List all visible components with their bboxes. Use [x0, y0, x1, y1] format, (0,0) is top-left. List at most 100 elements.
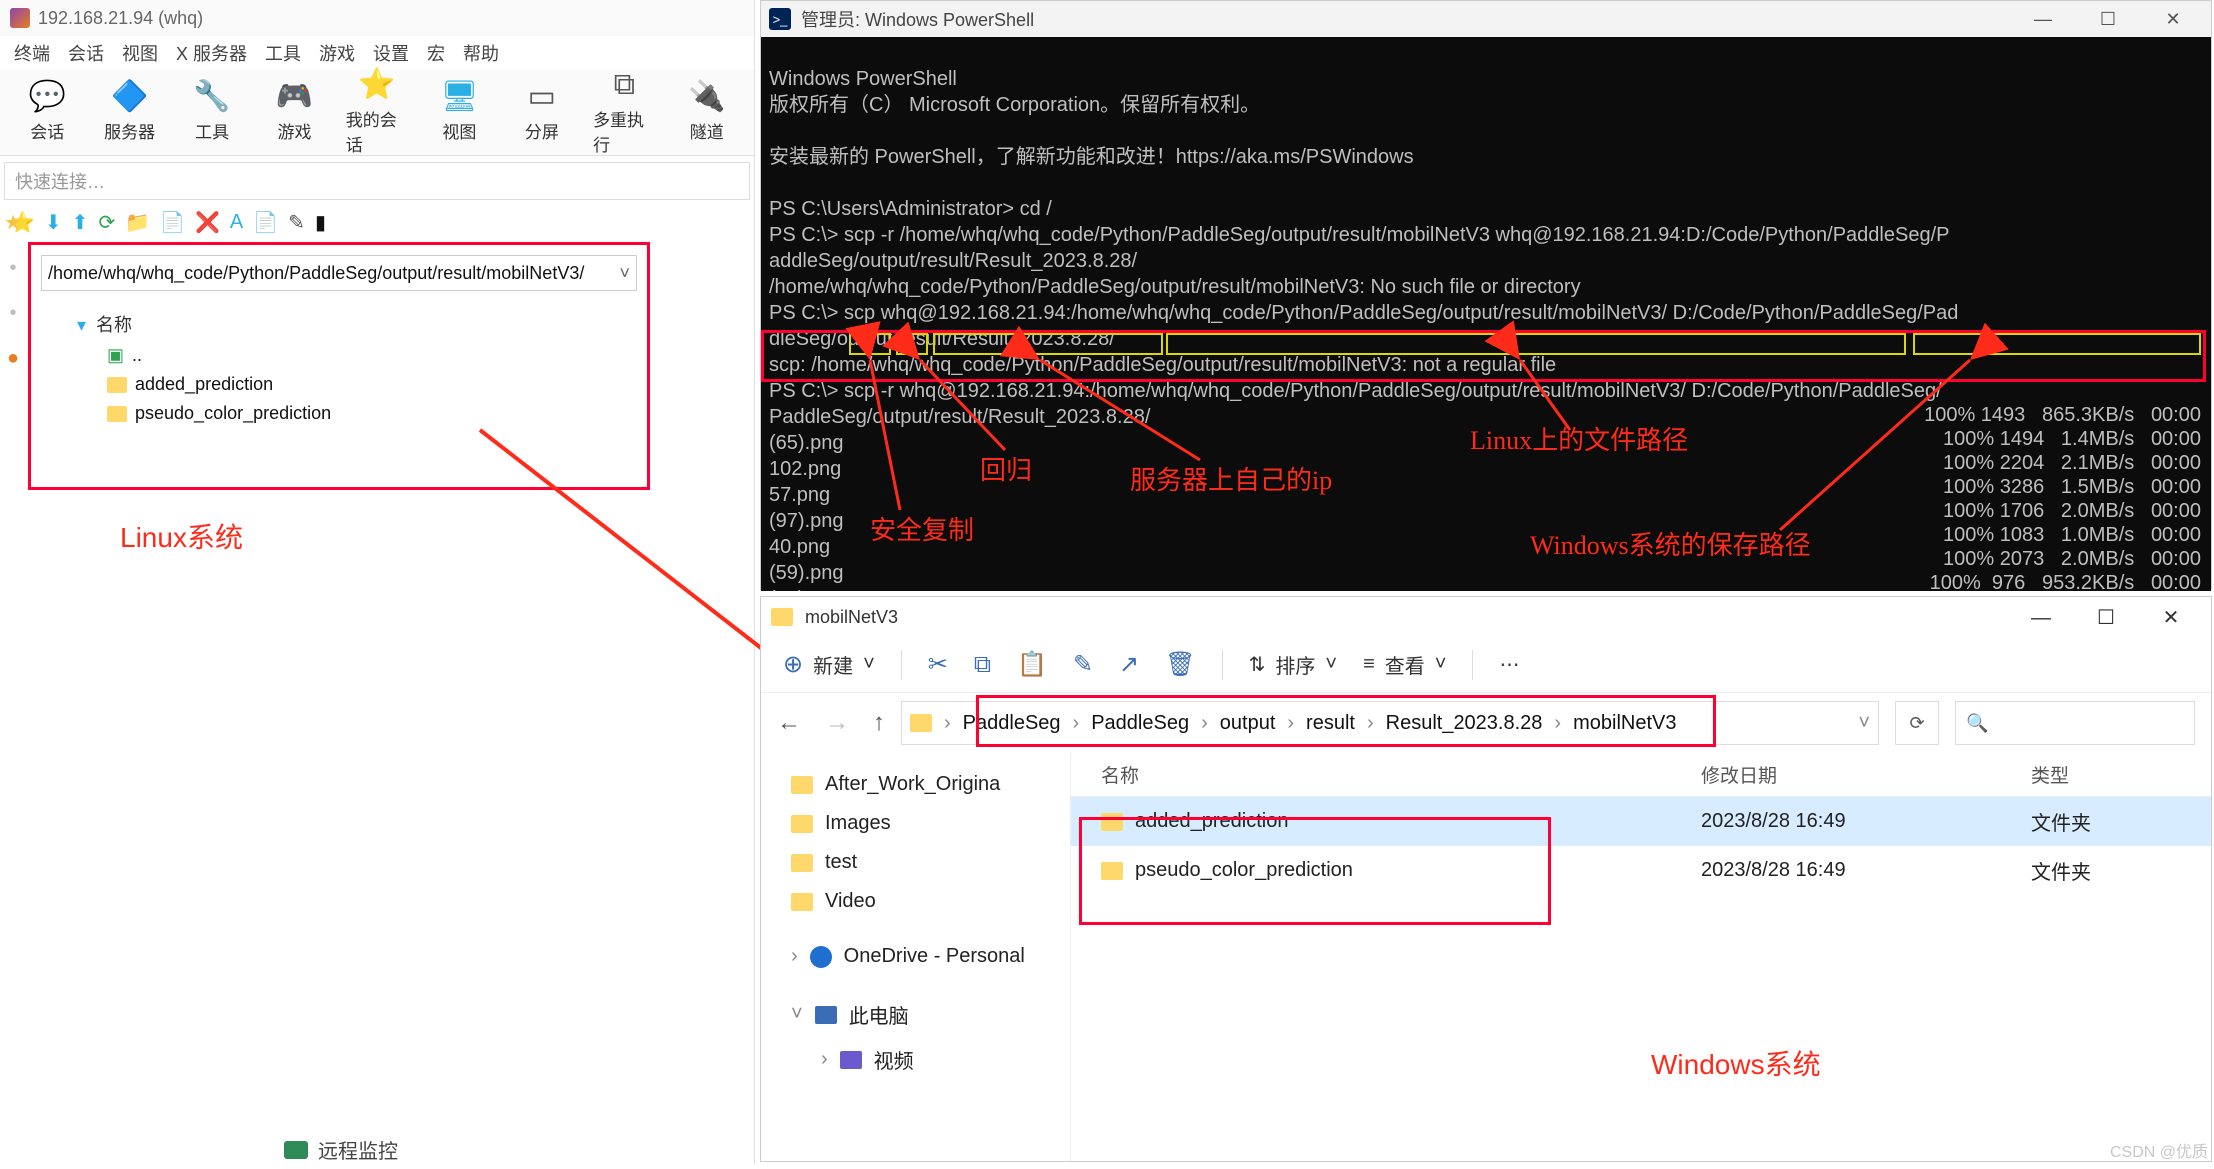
rail-dot-icon[interactable]: • [9, 302, 16, 325]
tool-server[interactable]: 🔷服务器 [98, 76, 160, 149]
chevron-down-icon[interactable]: ˅ [619, 263, 630, 284]
menu-help[interactable]: 帮助 [455, 36, 507, 70]
rename-icon[interactable]: ✎ [1073, 650, 1093, 679]
term-line: PS C:\Users\Administrator> cd / [769, 198, 1052, 220]
explorer-titlebar[interactable]: mobilNetV3 — ☐ ✕ [761, 597, 2211, 637]
path-input[interactable]: /home/whq/whq_code/Python/PaddleSeg/outp… [41, 255, 637, 291]
download-icon[interactable]: ⬇ [45, 210, 62, 235]
tree-item-folder[interactable]: added_prediction [45, 370, 633, 399]
menu-macro[interactable]: 宏 [419, 36, 453, 70]
rail-orange-icon[interactable]: ● [7, 347, 19, 370]
annot-r: 回归 [980, 450, 1032, 487]
annotation-windows: Windows系统 [1651, 1043, 1821, 1083]
separator [1472, 650, 1473, 680]
delete-icon[interactable]: 🗑 [1165, 650, 1195, 679]
folder-icon[interactable]: 📁 [125, 210, 150, 235]
menu-tools[interactable]: 工具 [257, 36, 309, 70]
search-input[interactable]: 🔍 [1955, 701, 2195, 745]
highlight-win-path [1913, 333, 2201, 355]
menu-session[interactable]: 会话 [60, 36, 112, 70]
file-icon[interactable]: 📄 [160, 210, 185, 235]
side-videos[interactable]: ›视频 [769, 1037, 1062, 1082]
ps-terminal[interactable]: Windows PowerShell 版权所有（C） Microsoft Cor… [761, 37, 2211, 591]
watermark: CSDN @优质 [2110, 1138, 2208, 1162]
chevron-right-icon: › [821, 1048, 828, 1071]
quick-connect-input[interactable]: 快速连接… [4, 162, 750, 200]
cloud-icon [810, 946, 832, 968]
ps-titlebar[interactable]: >_ 管理员: Windows PowerShell — ☐ ✕ [761, 1, 2211, 37]
maximize-button[interactable]: ☐ [2078, 9, 2138, 30]
xshell-app-icon [10, 8, 30, 28]
minimize-button[interactable]: — [2011, 607, 2071, 630]
tree-item-folder[interactable]: pseudo_color_prediction [45, 399, 633, 428]
close-button[interactable]: ✕ [2141, 605, 2201, 630]
term-line: addleSeg/output/result/Result_2023.8.28/ [769, 250, 1137, 272]
close-button[interactable]: ✕ [2143, 9, 2203, 30]
edit-icon[interactable]: ✎ [288, 210, 305, 235]
upload-icon[interactable]: ⬆ [72, 210, 89, 235]
rail-dot-icon[interactable]: • [9, 257, 16, 280]
copy-icon[interactable]: ⧉ [974, 651, 991, 679]
side-item[interactable]: Images [769, 804, 1062, 843]
tool-split[interactable]: ▭分屏 [511, 76, 573, 149]
menu-view[interactable]: 视图 [114, 36, 166, 70]
sort-button[interactable]: ⇅排序 ˅ [1249, 650, 1337, 679]
menu-terminal[interactable]: 终端 [6, 36, 58, 70]
xshell-toolbar: 💬会话 🔷服务器 🔧工具 🎮游戏 ⭐我的会话 🖥视图 ▭分屏 ⧉多重执行 🔌隧道 [0, 70, 754, 156]
forward-button[interactable]: → [825, 709, 849, 737]
highlight-ip [933, 333, 1163, 355]
cut-icon[interactable]: ✂ [928, 650, 948, 679]
minimize-button[interactable]: — [2013, 9, 2073, 30]
tool-tunnel[interactable]: 🔌隧道 [676, 76, 738, 149]
explorer-main: 名称 修改日期 类型 added_prediction 2023/8/28 16… [1071, 753, 2211, 1161]
tree-item-parent[interactable]: ▣.. [45, 341, 633, 370]
chevron-down-icon: ˅ [791, 1003, 803, 1026]
chevron-down-icon[interactable]: ˅ [1858, 712, 1870, 735]
side-item[interactable]: Video [769, 882, 1062, 921]
doc-icon[interactable]: 📄 [253, 210, 278, 235]
chevron-down-icon: ˅ [1435, 653, 1447, 676]
view-button[interactable]: ≡查看 ˅ [1363, 650, 1446, 679]
letter-a-icon[interactable]: A [230, 211, 243, 234]
session-icon: 💬 [29, 82, 66, 112]
tool-tools[interactable]: 🔧工具 [181, 76, 243, 149]
menu-xserver[interactable]: X 服务器 [168, 36, 255, 70]
new-button[interactable]: ⊕新建 ˅ [783, 650, 875, 679]
tool-multiexec[interactable]: ⧉多重执行 [593, 76, 655, 149]
maximize-button[interactable]: ☐ [2076, 605, 2136, 630]
back-button[interactable]: ← [777, 709, 801, 737]
powershell-window: >_ 管理员: Windows PowerShell — ☐ ✕ Windows… [760, 0, 2212, 590]
xshell-menubar: 终端 会话 视图 X 服务器 工具 游戏 设置 宏 帮助 [0, 36, 754, 70]
filetree-highlight-box: /home/whq/whq_code/Python/PaddleSeg/outp… [28, 242, 650, 490]
xshell-iconbar: ⭐ ⬇ ⬆ ⟳ 📁 📄 ❌ A 📄 ✎ ▮ [0, 204, 754, 240]
col-date[interactable]: 修改日期 [1701, 761, 2031, 788]
term-line: PS C:\> scp -r /home/whq/whq_code/Python… [769, 224, 1949, 246]
xshell-titlebar[interactable]: 192.168.21.94 (whq) [0, 0, 754, 36]
side-item[interactable]: After_Work_Origina [769, 765, 1062, 804]
tool-view[interactable]: 🖥视图 [428, 76, 490, 149]
paste-icon[interactable]: 📋 [1017, 650, 1047, 679]
search-icon: 🔍 [1966, 713, 1988, 734]
separator [1222, 650, 1223, 680]
menu-games[interactable]: 游戏 [311, 36, 363, 70]
tool-mysession[interactable]: ⭐我的会话 [346, 76, 408, 149]
tool-games[interactable]: 🎮游戏 [263, 76, 325, 149]
side-onedrive[interactable]: ›OneDrive - Personal [769, 937, 1062, 976]
refresh-icon[interactable]: ⟳ [98, 210, 115, 235]
rail-star-icon[interactable]: ★ [4, 210, 22, 235]
more-icon[interactable]: ⋯ [1499, 652, 1519, 677]
side-rail: ★ • • ● [0, 210, 26, 370]
tool-session[interactable]: 💬会话 [16, 76, 78, 149]
side-thispc[interactable]: ˅此电脑 [769, 992, 1062, 1037]
highlight-scp [849, 333, 891, 355]
side-item[interactable]: test [769, 843, 1062, 882]
col-type[interactable]: 类型 [2031, 761, 2181, 788]
col-name[interactable]: 名称 [1101, 761, 1701, 788]
transfer-cols: 100% 1493 865.3KB/s 00:00 100% 1494 1.4M… [1924, 379, 2201, 591]
up-button[interactable]: ↑ [873, 709, 885, 737]
terminal-icon[interactable]: ▮ [315, 210, 326, 235]
menu-settings[interactable]: 设置 [365, 36, 417, 70]
delete-icon[interactable]: ❌ [195, 210, 220, 235]
refresh-button[interactable]: ⟳ [1895, 701, 1939, 745]
share-icon[interactable]: ↗ [1119, 650, 1139, 679]
